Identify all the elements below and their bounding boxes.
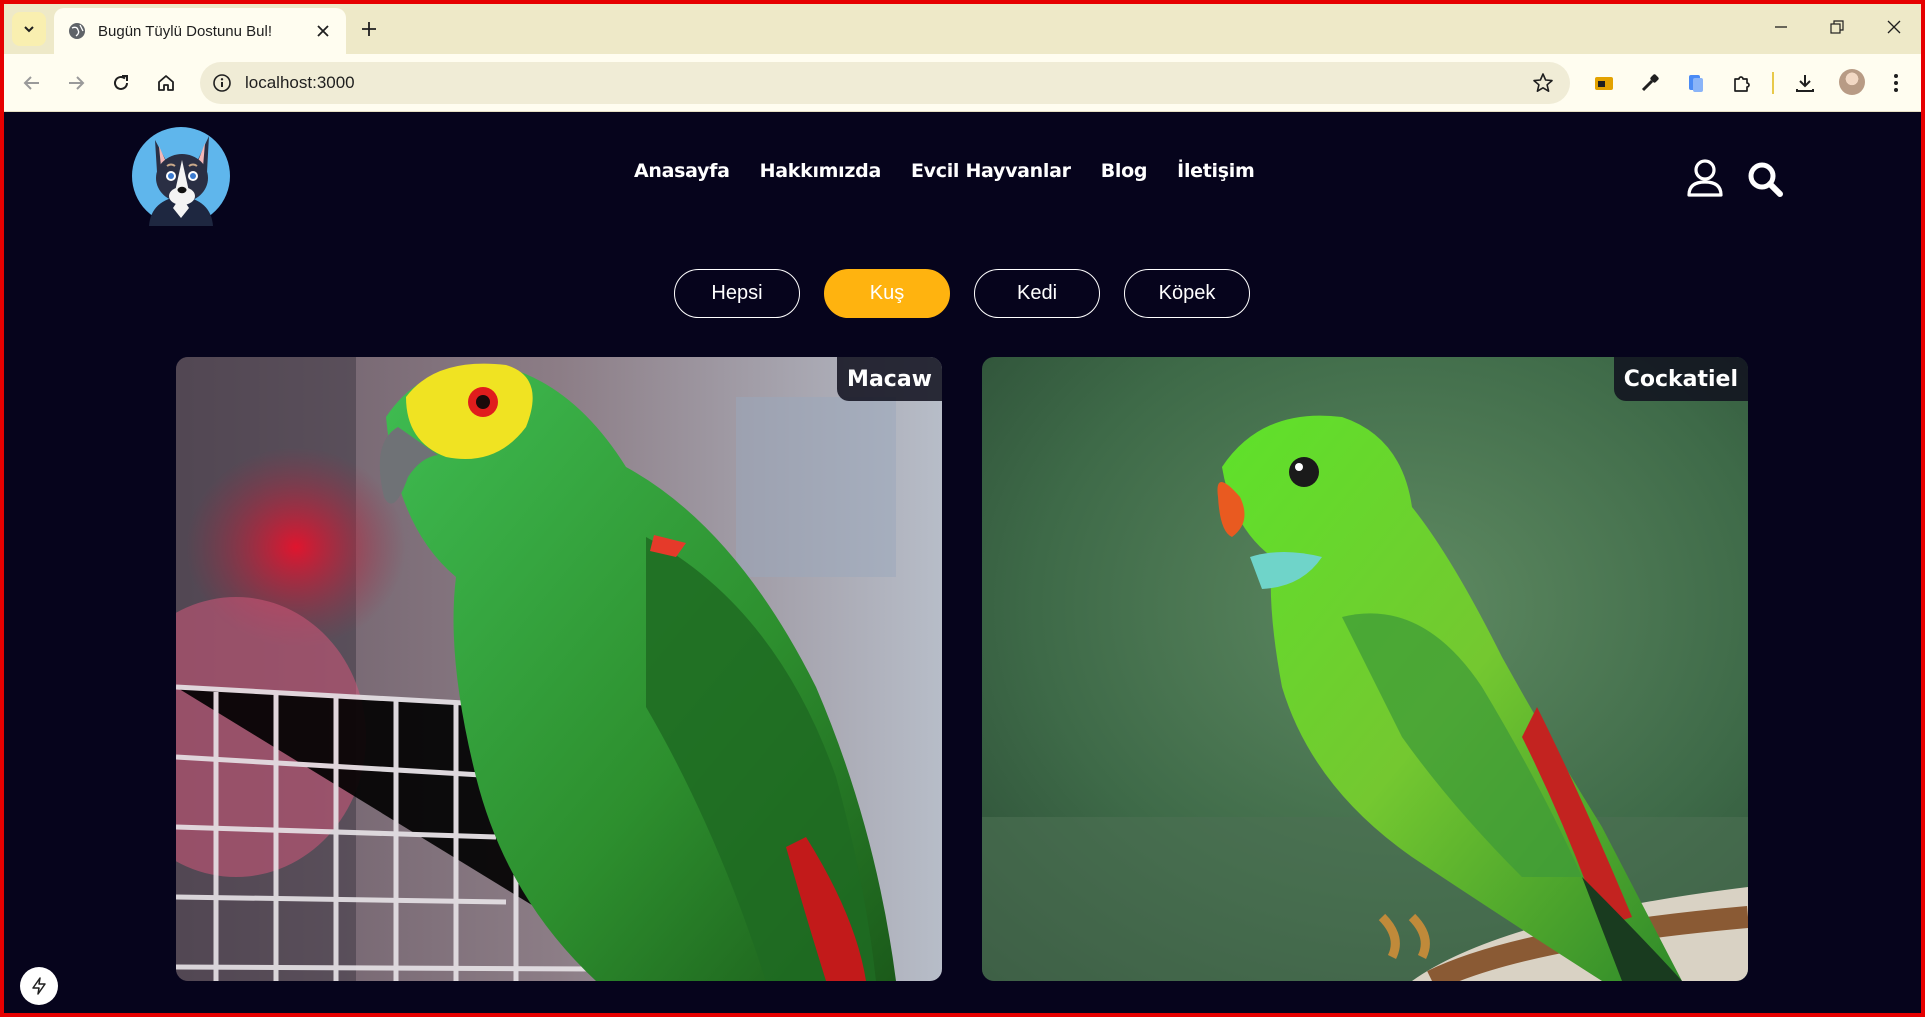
- browser-toolbar: localhost:3000: [0, 54, 1925, 112]
- browser-menu-button[interactable]: [1884, 71, 1908, 95]
- forward-button[interactable]: [62, 69, 90, 97]
- back-button[interactable]: [18, 69, 46, 97]
- eyedropper-icon: [1641, 74, 1659, 92]
- filter-bird-button[interactable]: Kuş: [824, 269, 950, 318]
- reload-icon: [114, 75, 128, 90]
- nav-link-pets[interactable]: Evcil Hayvanlar: [911, 160, 1071, 182]
- address-bar[interactable]: localhost:3000: [200, 62, 1570, 104]
- extension-button[interactable]: [1592, 71, 1616, 95]
- kebab-menu-icon: [1894, 74, 1898, 92]
- globe-icon: [69, 23, 85, 39]
- user-icon[interactable]: [1686, 158, 1724, 198]
- category-filters: Hepsi Kuş Kedi Köpek: [674, 269, 1250, 318]
- close-tab-icon[interactable]: [314, 22, 332, 40]
- macaw-photo: [176, 357, 942, 981]
- plus-icon: [362, 22, 376, 36]
- pet-card[interactable]: Macaw: [176, 357, 942, 981]
- puzzle-icon: [1734, 76, 1750, 92]
- home-button[interactable]: [152, 69, 180, 97]
- profile-avatar[interactable]: [1839, 69, 1865, 95]
- nav-link-about[interactable]: Hakkımızda: [760, 160, 882, 182]
- filter-cat-button[interactable]: Kedi: [974, 269, 1100, 318]
- home-icon: [158, 75, 174, 91]
- download-icon: [1796, 75, 1814, 92]
- bookmark-star-icon[interactable]: [1532, 72, 1554, 94]
- tab-search-button[interactable]: [12, 12, 46, 46]
- downloads-button[interactable]: [1793, 71, 1817, 95]
- nav-link-blog[interactable]: Blog: [1101, 160, 1148, 182]
- extensions-menu-button[interactable]: [1730, 71, 1754, 95]
- toolbar-divider: [1772, 72, 1774, 94]
- pet-name-badge: Macaw: [837, 357, 942, 401]
- minimize-icon: [1775, 26, 1787, 28]
- main-nav: Anasayfa Hakkımızda Evcil Hayvanlar Blog…: [634, 160, 1255, 182]
- chevron-down-icon: [24, 26, 34, 33]
- info-icon[interactable]: [212, 73, 232, 93]
- translate-extension-button[interactable]: [1684, 71, 1708, 95]
- eyedropper-extension-button[interactable]: [1638, 71, 1662, 95]
- nav-link-contact[interactable]: İletişim: [1177, 160, 1255, 182]
- pet-card[interactable]: Cockatiel: [982, 357, 1748, 981]
- web-page: Anasayfa Hakkımızda Evcil Hayvanlar Blog…: [4, 112, 1921, 1013]
- filter-dog-button[interactable]: Köpek: [1124, 269, 1250, 318]
- restore-button[interactable]: [1824, 14, 1850, 40]
- tab-title: Bugün Tüylü Dostunu Bul!: [98, 22, 273, 40]
- close-icon: [1887, 20, 1901, 34]
- url-text: localhost:3000: [245, 73, 355, 92]
- close-window-button[interactable]: [1881, 14, 1907, 40]
- arrow-left-icon: [23, 76, 39, 90]
- folder-extension-icon: [1595, 77, 1613, 90]
- filter-all-button[interactable]: Hepsi: [674, 269, 800, 318]
- browser-tab[interactable]: Bugün Tüylü Dostunu Bul!: [54, 8, 346, 54]
- browser-tab-strip: Bugün Tüylü Dostunu Bul!: [0, 0, 1925, 54]
- reload-button[interactable]: [107, 69, 135, 97]
- dev-tools-button[interactable]: [20, 967, 58, 1005]
- search-icon[interactable]: [1746, 160, 1784, 198]
- new-tab-button[interactable]: [356, 16, 382, 42]
- document-extension-icon: [1689, 75, 1703, 92]
- minimize-button[interactable]: [1768, 14, 1794, 40]
- lightning-icon: [32, 977, 46, 995]
- arrow-right-icon: [69, 76, 85, 90]
- pet-name-badge: Cockatiel: [1613, 357, 1748, 401]
- site-logo[interactable]: [129, 126, 233, 226]
- cockatiel-photo: [982, 357, 1748, 981]
- nav-link-home[interactable]: Anasayfa: [634, 160, 730, 182]
- restore-icon: [1830, 20, 1844, 34]
